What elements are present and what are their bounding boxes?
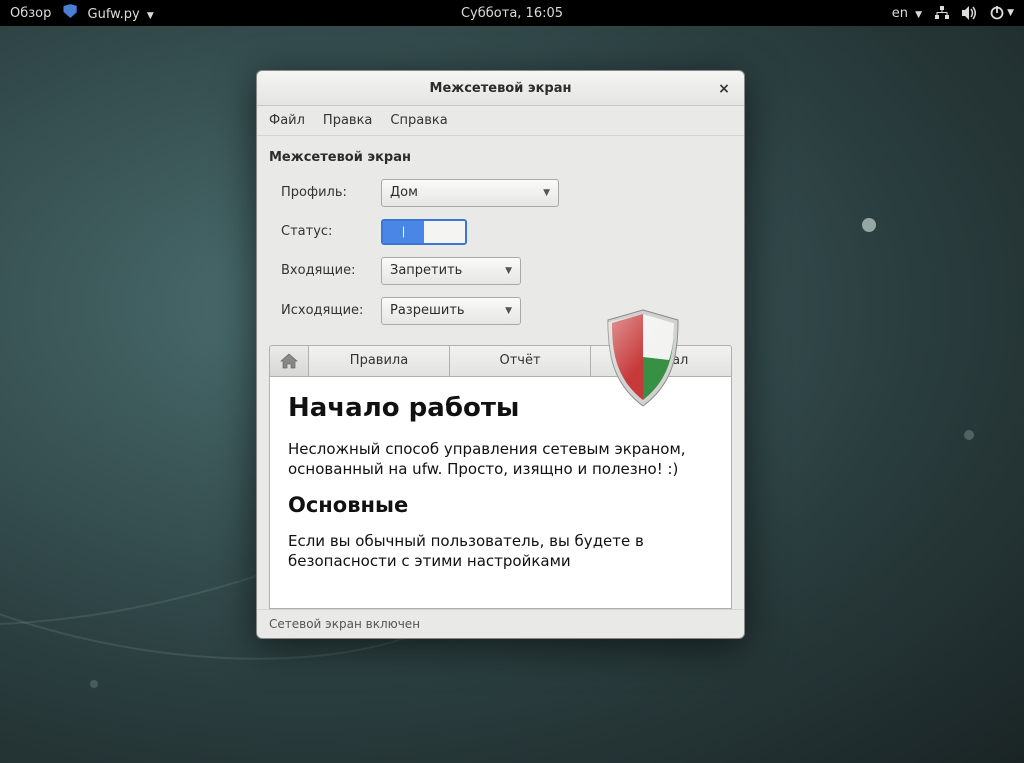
volume-icon[interactable] [962,6,978,20]
lang-label: en [892,6,908,21]
status-label: Статус: [281,224,371,239]
incoming-value: Запретить [390,263,462,278]
gnome-topbar: Обзор Gufw.py ▼ Суббота, 16:05 en ▼ ▼ [0,0,1024,26]
chevron-down-icon: ▼ [543,188,550,198]
tab-report[interactable]: Отчёт [450,345,591,377]
activities-button[interactable]: Обзор [10,6,51,21]
tab-rules[interactable]: Правила [309,345,450,377]
menubar: Файл Правка Справка [257,106,744,135]
section-header: Межсетевой экран [257,136,744,173]
network-icon[interactable] [934,6,950,20]
power-icon[interactable]: ▼ [990,6,1014,20]
basics-text: Если вы обычный пользователь, вы будете … [288,531,713,572]
incoming-combobox[interactable]: Запретить ▼ [381,257,521,285]
status-text: Сетевой экран включен [269,617,420,631]
shield-icon [602,308,684,412]
keyboard-layout-indicator[interactable]: en ▼ [892,6,922,21]
app-name-label: Gufw.py [88,7,140,22]
toggle-on-handle: ❘ [383,221,424,243]
chevron-down-icon: ▼ [505,306,512,316]
tab-home[interactable] [269,345,309,377]
window-title: Межсетевой экран [257,81,744,96]
outgoing-label: Исходящие: [281,303,371,318]
menu-file[interactable]: Файл [269,113,305,128]
gufw-window: Межсетевой экран × Файл Правка Справка М… [256,70,745,639]
outgoing-value: Разрешить [390,303,465,318]
chevron-down-icon: ▼ [147,11,154,21]
close-icon: × [718,81,730,97]
app-menu[interactable]: Gufw.py ▼ [63,4,153,22]
chevron-down-icon: ▼ [505,266,512,276]
outgoing-combobox[interactable]: Разрешить ▼ [381,297,521,325]
chevron-down-icon: ▼ [915,10,922,20]
home-icon [280,353,298,369]
incoming-label: Входящие: [281,263,371,278]
menu-edit[interactable]: Правка [323,113,372,128]
profile-label: Профиль: [281,185,371,200]
basics-heading: Основные [288,493,713,517]
profile-value: Дом [390,185,418,200]
welcome-text: Несложный способ управления сетевым экра… [288,439,713,480]
profile-combobox[interactable]: Дом ▼ [381,179,559,207]
gufw-app-icon [63,4,77,18]
status-toggle[interactable]: ❘ [381,219,467,245]
clock[interactable]: Суббота, 16:05 [461,6,563,21]
toggle-off-handle [424,221,465,243]
statusbar: Сетевой экран включен [257,609,744,638]
window-titlebar[interactable]: Межсетевой экран × [257,71,744,106]
close-button[interactable]: × [714,79,734,99]
chevron-down-icon: ▼ [1007,8,1014,18]
menu-help[interactable]: Справка [390,113,447,128]
